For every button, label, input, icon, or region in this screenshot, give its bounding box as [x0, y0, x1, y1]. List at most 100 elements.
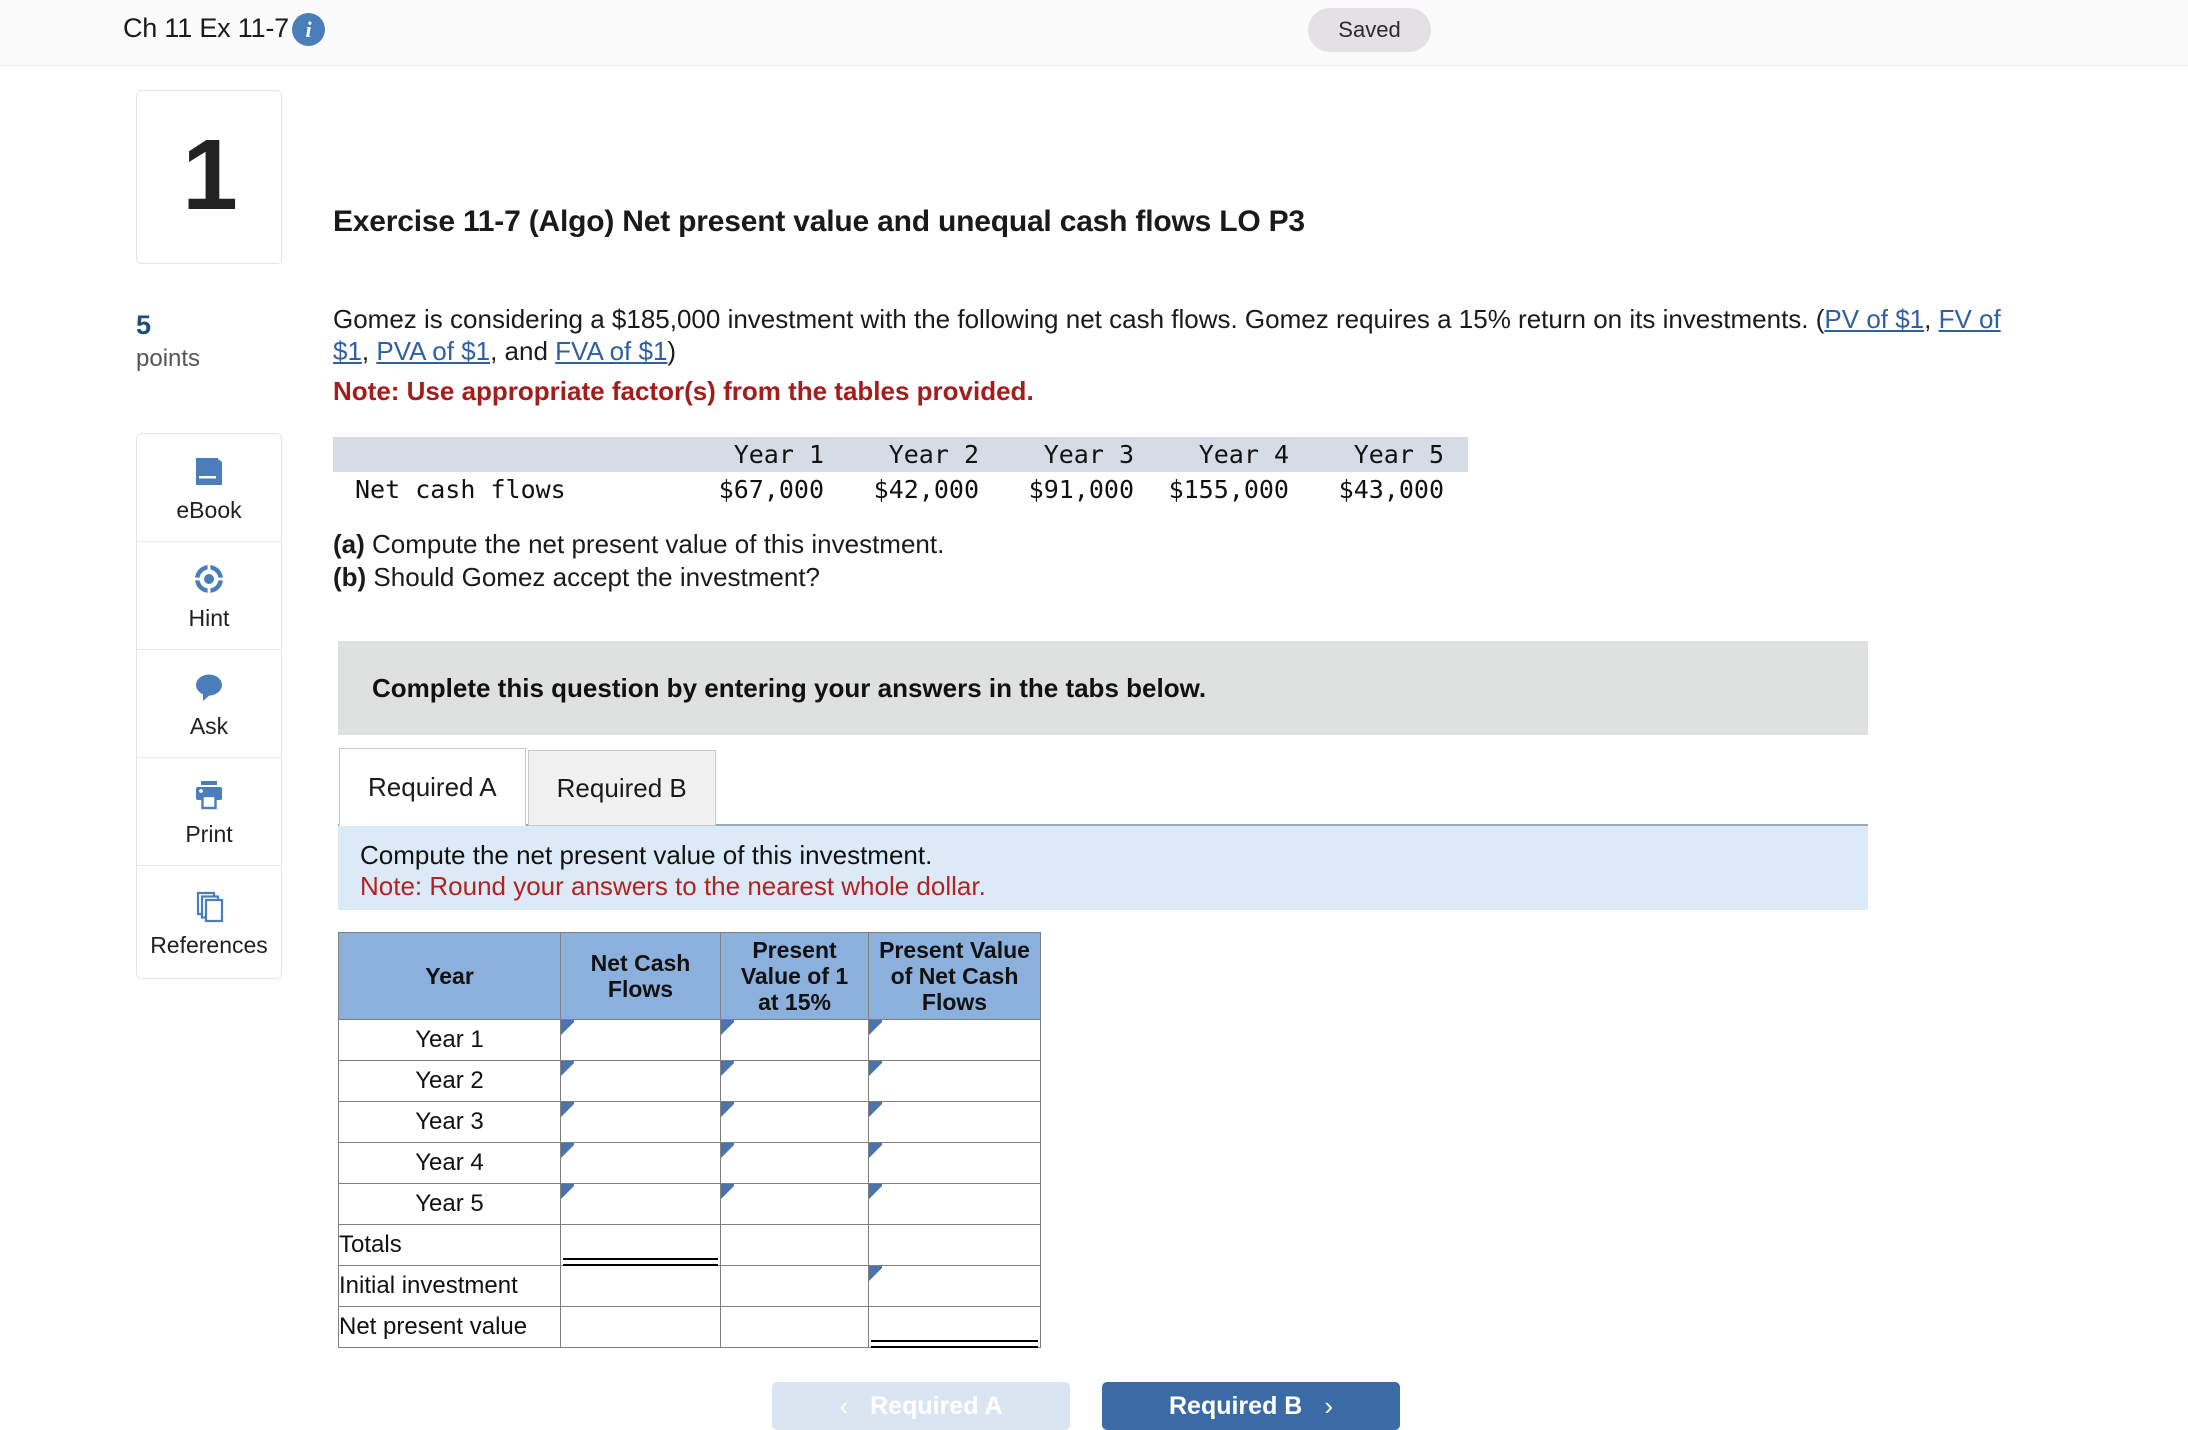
- value-initial-investment-pv-factor: [721, 1266, 869, 1307]
- cashflow-value-year3: $91,000: [1003, 472, 1158, 507]
- tables-note: Note: Use appropriate factor(s) from the…: [333, 375, 2023, 407]
- input-year1-net-cash-flows[interactable]: [561, 1020, 721, 1061]
- value-npv-pv-cash-flows: [869, 1307, 1041, 1348]
- sub-questions: (a) Compute the net present value of thi…: [333, 528, 944, 594]
- value-totals-pv-cash-flows: [869, 1225, 1041, 1266]
- cashflow-value-year1: $67,000: [693, 472, 848, 507]
- copy-pages-icon: [189, 886, 229, 926]
- sub-question-a-tag: (a): [333, 529, 365, 559]
- row-label-year-5: Year 5: [339, 1184, 561, 1225]
- table-row: Totals: [339, 1225, 1041, 1266]
- input-year4-net-cash-flows[interactable]: [561, 1143, 721, 1184]
- row-label-year-1: Year 1: [339, 1020, 561, 1061]
- link-pv-of-1[interactable]: PV of $1: [1824, 304, 1924, 334]
- printer-icon: [189, 775, 229, 815]
- tool-ask[interactable]: Ask: [137, 650, 281, 758]
- answer-header-pvf-line2: Value of 1: [724, 963, 865, 989]
- value-totals-pv-factor: [721, 1225, 869, 1266]
- top-bar: Ch 11 Ex 11-7 i Saved: [0, 0, 2188, 66]
- cashflow-header-year1: Year 1: [693, 437, 848, 472]
- previous-required-label: Required A: [870, 1392, 1002, 1421]
- sep-3: , and: [490, 336, 555, 366]
- next-required-button[interactable]: Required B ›: [1102, 1382, 1400, 1430]
- tool-hint[interactable]: Hint: [137, 542, 281, 650]
- sub-question-b-tag: (b): [333, 562, 366, 592]
- table-row: Net cash flows $67,000 $42,000 $91,000 $…: [333, 472, 1468, 507]
- chevron-left-icon: ‹: [839, 1391, 848, 1422]
- value-npv-net-cash-flows: [561, 1307, 721, 1348]
- instruction-strip: Complete this question by entering your …: [338, 641, 1868, 735]
- previous-required-button[interactable]: ‹ Required A: [772, 1382, 1070, 1430]
- page-title: Ch 11 Ex 11-7: [123, 13, 289, 44]
- ebook-icon: [189, 451, 229, 491]
- answer-header-year: Year: [339, 933, 561, 1020]
- sub-question-a: (a) Compute the net present value of thi…: [333, 528, 944, 561]
- life-ring-icon: [189, 559, 229, 599]
- tool-rail: eBook Hint: [136, 433, 282, 979]
- tool-hint-label: Hint: [189, 605, 230, 632]
- requirement-text: Compute the net present value of this in…: [360, 840, 1868, 871]
- input-initial-investment-pv-cash-flows[interactable]: [869, 1266, 1041, 1307]
- input-year2-net-cash-flows[interactable]: [561, 1061, 721, 1102]
- link-fva-of-1[interactable]: FVA of $1: [555, 336, 667, 366]
- row-label-initial-investment: Initial investment: [339, 1266, 561, 1307]
- tool-ebook[interactable]: eBook: [137, 434, 281, 542]
- cashflow-header-year4: Year 4: [1158, 437, 1313, 472]
- sub-question-b: (b) Should Gomez accept the investment?: [333, 561, 944, 594]
- table-row: Year 1: [339, 1020, 1041, 1061]
- cashflow-header-year2: Year 2: [848, 437, 1003, 472]
- value-npv-pv-factor: [721, 1307, 869, 1348]
- answer-header-pv-factor: Present Value of 1 at 15%: [721, 933, 869, 1020]
- input-year1-pv-factor[interactable]: [721, 1020, 869, 1061]
- cashflow-value-year2: $42,000: [848, 472, 1003, 507]
- table-row: Net present value: [339, 1307, 1041, 1348]
- requirement-note: Note: Round your answers to the nearest …: [360, 871, 1868, 902]
- input-year5-pv-cash-flows[interactable]: [869, 1184, 1041, 1225]
- cashflow-value-year4: $155,000: [1158, 472, 1313, 507]
- status-badge: Saved: [1308, 8, 1431, 52]
- answer-table-wrapper: Year Net Cash Flows Present Value of 1 a…: [338, 932, 1041, 1348]
- input-year4-pv-factor[interactable]: [721, 1143, 869, 1184]
- input-year4-pv-cash-flows[interactable]: [869, 1143, 1041, 1184]
- answer-header-pvf-line3: at 15%: [724, 989, 865, 1015]
- tab-bar: Required A Required B: [339, 748, 718, 826]
- points-label: points: [136, 345, 200, 373]
- link-pva-of-1[interactable]: PVA of $1: [376, 336, 490, 366]
- row-label-year-3: Year 3: [339, 1102, 561, 1143]
- input-year3-net-cash-flows[interactable]: [561, 1102, 721, 1143]
- tool-ask-label: Ask: [190, 713, 228, 740]
- problem-text-part1: Gomez is considering a $185,000 investme…: [333, 304, 1824, 334]
- row-label-year-2: Year 2: [339, 1061, 561, 1102]
- input-year2-pv-factor[interactable]: [721, 1061, 869, 1102]
- tab-required-a[interactable]: Required A: [339, 748, 526, 826]
- input-year3-pv-factor[interactable]: [721, 1102, 869, 1143]
- tool-references[interactable]: References: [137, 866, 281, 978]
- value-totals-net-cash-flows: [561, 1225, 721, 1266]
- input-year5-net-cash-flows[interactable]: [561, 1184, 721, 1225]
- input-year3-pv-cash-flows[interactable]: [869, 1102, 1041, 1143]
- input-year2-pv-cash-flows[interactable]: [869, 1061, 1041, 1102]
- answer-header-pvcf-line1: Present Value: [872, 937, 1037, 963]
- answer-header-pvf-line1: Present: [724, 937, 865, 963]
- sep-2: ,: [362, 336, 376, 366]
- sub-question-b-text: Should Gomez accept the investment?: [366, 562, 820, 592]
- problem-text-part2: ): [667, 336, 676, 366]
- tab-required-b[interactable]: Required B: [528, 750, 716, 826]
- answer-header-year-line1: Year: [342, 963, 557, 989]
- input-year1-pv-cash-flows[interactable]: [869, 1020, 1041, 1061]
- input-year5-pv-factor[interactable]: [721, 1184, 869, 1225]
- answer-header-pv-cash-flows: Present Value of Net Cash Flows: [869, 933, 1041, 1020]
- tool-ebook-label: eBook: [176, 497, 241, 524]
- speech-bubble-icon: [189, 667, 229, 707]
- cash-flow-table: Year 1 Year 2 Year 3 Year 4 Year 5 Net c…: [333, 437, 1468, 507]
- cashflow-value-year5: $43,000: [1313, 472, 1468, 507]
- cashflow-header-blank: [333, 437, 693, 472]
- info-icon[interactable]: i: [292, 13, 325, 46]
- instruction-strip-text: Complete this question by entering your …: [372, 673, 1206, 704]
- row-label-year-4: Year 4: [339, 1143, 561, 1184]
- tool-print[interactable]: Print: [137, 758, 281, 866]
- value-initial-investment-net-cash-flows: [561, 1266, 721, 1307]
- chevron-right-icon: ›: [1324, 1391, 1333, 1422]
- cashflow-header-year3: Year 3: [1003, 437, 1158, 472]
- answer-header-pvcf-line3: Flows: [872, 989, 1037, 1015]
